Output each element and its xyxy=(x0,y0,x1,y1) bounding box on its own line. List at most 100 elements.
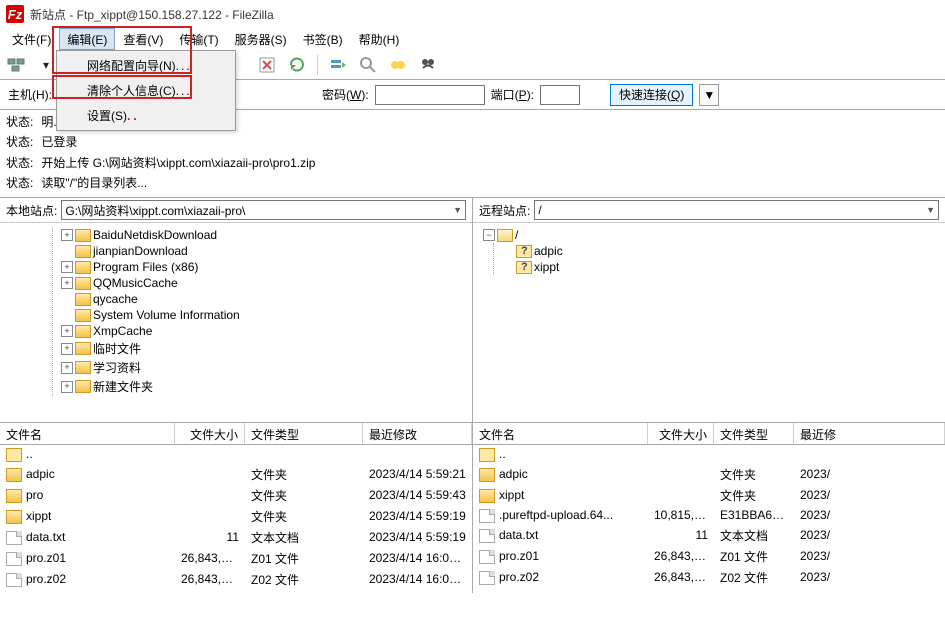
tree-item[interactable]: +XmpCache xyxy=(59,323,470,339)
file-name: .. xyxy=(499,447,506,461)
tree-label: adpic xyxy=(534,244,563,258)
file-row[interactable]: xippt文件夹2023/4/14 5:59:19 xyxy=(0,506,472,527)
folder-icon xyxy=(75,325,91,338)
tree-item[interactable]: jianpianDownload xyxy=(59,243,470,259)
expand-icon[interactable]: + xyxy=(61,381,73,393)
file-row[interactable]: .pureftpd-upload.64...10,815,7...E31BBA6… xyxy=(473,506,945,525)
quickconnect-button[interactable]: 快速连接(Q) xyxy=(610,84,693,106)
remote-root[interactable]: / xyxy=(515,228,518,242)
up-icon xyxy=(479,448,495,462)
dropdown-icon[interactable]: ▾ xyxy=(36,55,56,75)
expand-icon[interactable] xyxy=(61,293,73,305)
search-icon[interactable] xyxy=(358,55,378,75)
expand-icon[interactable]: + xyxy=(61,261,73,273)
expand-icon[interactable] xyxy=(61,245,73,257)
menu-file[interactable]: 文件(F) xyxy=(4,28,59,50)
cancel-icon[interactable] xyxy=(257,55,277,75)
tree-item[interactable]: +新建文件夹 xyxy=(59,377,470,396)
file-row[interactable]: .. xyxy=(0,445,472,464)
file-size: 26,843,54... xyxy=(175,572,245,586)
col-modified[interactable]: 最近修改 xyxy=(363,423,472,444)
col-name[interactable]: 文件名 xyxy=(0,423,175,444)
separator xyxy=(317,55,318,75)
local-tree[interactable]: + BaiduNetdiskDownloadjianpianDownload+Pr… xyxy=(0,223,472,422)
tree-item[interactable]: +学习资料 xyxy=(59,358,470,377)
tree-item[interactable]: System Volume Information xyxy=(59,307,470,323)
file-name: pro.z01 xyxy=(499,549,539,563)
tree-item[interactable]: + BaiduNetdiskDownload xyxy=(59,227,470,243)
col-name[interactable]: 文件名 xyxy=(473,423,648,444)
expand-icon[interactable]: + xyxy=(61,229,73,241)
menu-help[interactable]: 帮助(H) xyxy=(351,28,408,50)
tree-label: BaiduNetdiskDownload xyxy=(93,228,217,242)
tree-item[interactable]: xippt xyxy=(500,259,943,275)
file-row[interactable]: pro.z0126,843,54...Z01 文件2023/4/14 16:05… xyxy=(0,548,472,569)
file-name: pro.z01 xyxy=(26,551,66,565)
tree-label: qycache xyxy=(93,292,138,306)
file-row[interactable]: data.txt11文本文档2023/ xyxy=(473,525,945,546)
local-file-list[interactable]: 文件名 文件大小 文件类型 最近修改 ..adpic文件夹2023/4/14 5… xyxy=(0,423,473,593)
menu-bookmarks[interactable]: 书签(B) xyxy=(295,28,351,50)
file-row[interactable]: pro文件夹2023/4/14 5:59:43 xyxy=(0,485,472,506)
site-manager-icon[interactable] xyxy=(6,55,26,75)
col-size[interactable]: 文件大小 xyxy=(175,423,245,444)
compare-icon[interactable] xyxy=(418,55,438,75)
file-icon xyxy=(6,573,22,587)
status-line: 已登录 xyxy=(41,132,77,152)
file-row[interactable]: .. xyxy=(473,445,945,464)
col-type[interactable]: 文件类型 xyxy=(245,423,363,444)
file-row[interactable]: xippt文件夹2023/ xyxy=(473,485,945,506)
menu-edit[interactable]: 编辑(E) xyxy=(59,28,115,50)
menu-server[interactable]: 服务器(S) xyxy=(227,28,295,50)
refresh-icon[interactable] xyxy=(287,55,307,75)
remote-tree[interactable]: −/ adpicxippt xyxy=(473,223,945,422)
edit-dropdown: 网络配置向导(N)... 清除个人信息(C)... 设置(S).. xyxy=(56,50,236,131)
folder-icon xyxy=(75,293,91,306)
col-modified[interactable]: 最近修 xyxy=(794,423,945,444)
folder-icon xyxy=(75,342,91,355)
menu-edit-clear[interactable]: 清除个人信息(C)... xyxy=(59,78,233,103)
file-modified: 2023/ xyxy=(794,488,945,502)
status-label: 状态: xyxy=(6,112,33,132)
tree-item[interactable]: adpic xyxy=(500,243,943,259)
col-type[interactable]: 文件类型 xyxy=(714,423,794,444)
menu-edit-settings[interactable]: 设置(S).. xyxy=(59,103,233,128)
file-name: xippt xyxy=(499,488,524,502)
expand-icon[interactable]: + xyxy=(61,343,73,355)
file-size: 11 xyxy=(175,530,245,544)
expand-icon[interactable]: + xyxy=(61,362,73,374)
expand-icon[interactable]: + xyxy=(61,325,73,337)
file-row[interactable]: adpic文件夹2023/4/14 5:59:21 xyxy=(0,464,472,485)
file-row[interactable]: pro.z0226,843,54...Z02 文件2023/4/14 16:06… xyxy=(0,569,472,590)
file-modified: 2023/4/14 5:59:19 xyxy=(363,530,472,544)
process-queue-icon[interactable] xyxy=(328,55,348,75)
tree-label: 临时文件 xyxy=(93,340,141,357)
expand-icon[interactable] xyxy=(61,309,73,321)
file-row[interactable]: pro.z0226,843,5...Z02 文件2023/ xyxy=(473,567,945,588)
local-path-combo[interactable]: G:\网站资料\xippt.com\xiazaii-pro\▼ xyxy=(61,200,466,220)
menubar[interactable]: 文件(F) 编辑(E) 查看(V) 传输(T) 服务器(S) 书签(B) 帮助(… xyxy=(0,28,945,50)
menu-edit-netcfg[interactable]: 网络配置向导(N)... xyxy=(59,53,233,78)
password-input[interactable] xyxy=(375,85,485,105)
file-modified: 2023/4/14 16:05:... xyxy=(363,551,472,565)
menu-transfer[interactable]: 传输(T) xyxy=(171,28,226,50)
folder-icon xyxy=(479,468,495,482)
tree-item[interactable]: +QQMusicCache xyxy=(59,275,470,291)
expand-icon[interactable]: + xyxy=(61,277,73,289)
file-row[interactable]: pro.z0126,843,5...Z01 文件2023/ xyxy=(473,546,945,567)
tree-item[interactable]: qycache xyxy=(59,291,470,307)
menu-view[interactable]: 查看(V) xyxy=(115,28,171,50)
filter-icon[interactable] xyxy=(388,55,408,75)
status-line: 开始上传 G:\网站资料\xippt.com\xiazaii-pro\pro1.… xyxy=(41,153,315,173)
file-row[interactable]: data.txt11文本文档2023/4/14 5:59:19 xyxy=(0,527,472,548)
quickconnect-dropdown[interactable]: ▼ xyxy=(699,84,719,106)
file-row[interactable]: adpic文件夹2023/ xyxy=(473,464,945,485)
remote-file-list[interactable]: 文件名 文件大小 文件类型 最近修 .. adpic文件夹2023/xippt文件… xyxy=(473,423,945,593)
file-type: 文件夹 xyxy=(245,487,363,504)
tree-item[interactable]: + 临时文件 xyxy=(59,339,470,358)
port-input[interactable] xyxy=(540,85,580,105)
tree-item[interactable]: +Program Files (x86) xyxy=(59,259,470,275)
remote-path-combo[interactable]: /▼ xyxy=(534,200,939,220)
col-size[interactable]: 文件大小 xyxy=(648,423,714,444)
folder-icon xyxy=(6,489,22,503)
